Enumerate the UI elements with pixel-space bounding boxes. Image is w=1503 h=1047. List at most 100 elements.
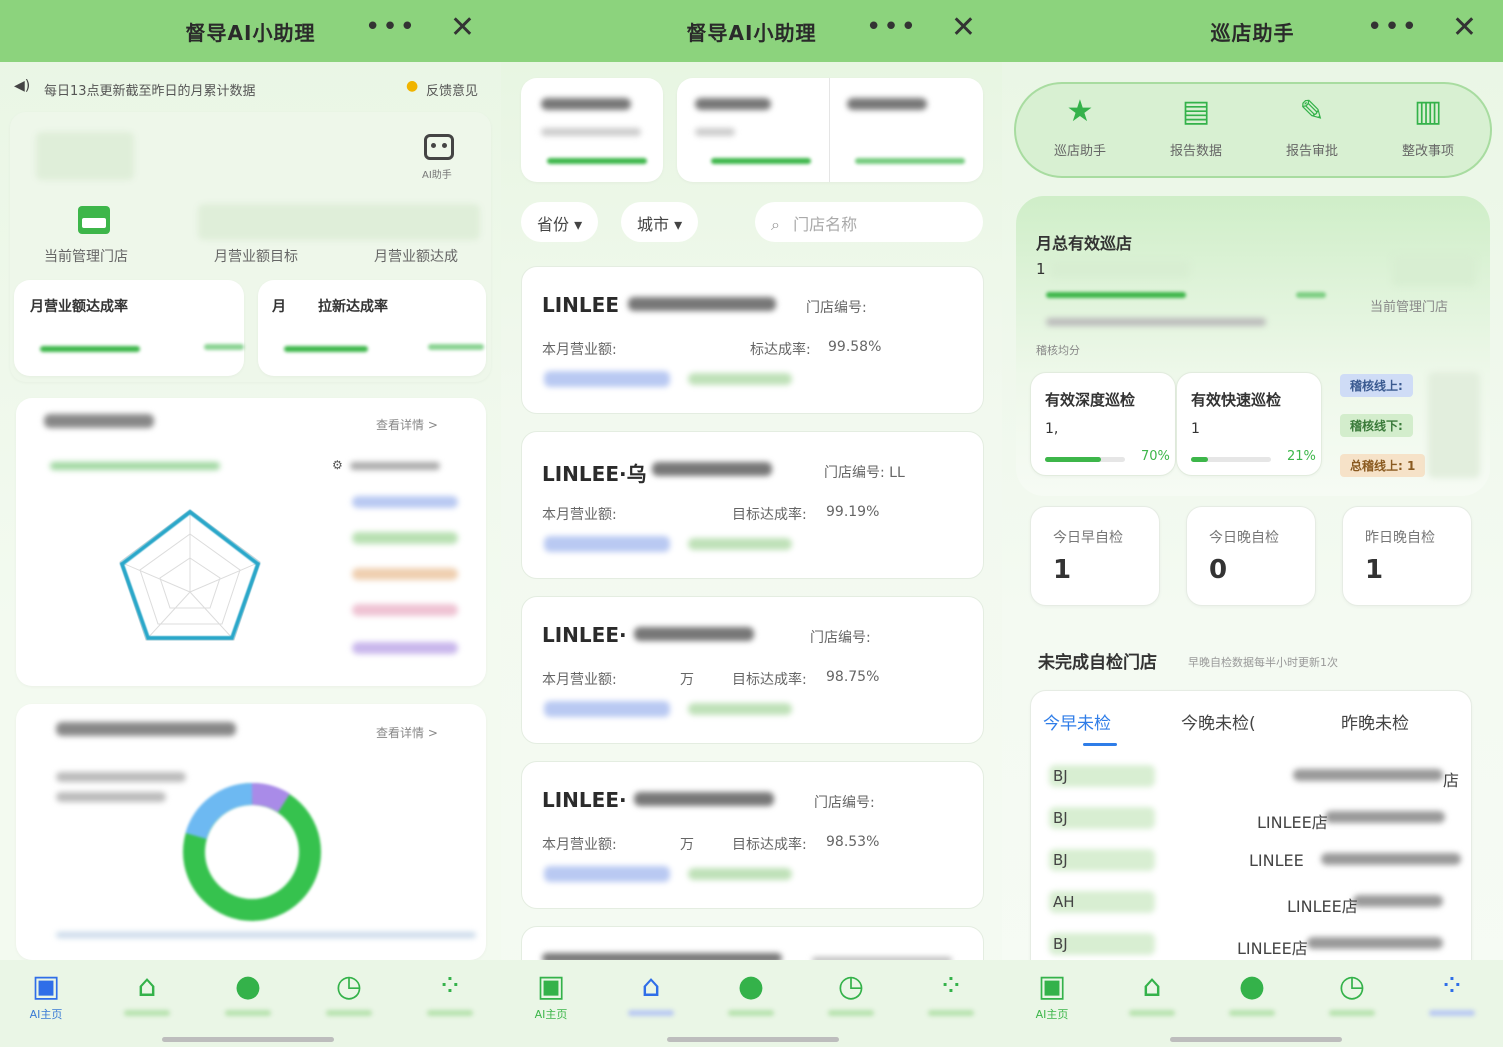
tab-evening-unchecked[interactable]: 今晚未检( [1181,709,1256,734]
city-filter[interactable]: 城市 ▾ [621,202,699,242]
sales-rate-card[interactable]: 月营业额达成率 [14,280,244,376]
sales-rate-bar [40,346,140,352]
title-bar: 督导AI小助理 ••• ✕ [0,0,501,62]
gear-icon: ⚙ [332,458,343,472]
home-indicator [1170,1037,1342,1042]
active-tab-indicator [1083,743,1117,746]
store-search-placeholder: 门店名称 [793,215,858,234]
quick-label: 报告数据 [1169,144,1222,159]
monthly-progress [1046,292,1186,298]
nav-history[interactable]: ◷ [1322,970,1382,1016]
self-check-value: 1 [1053,555,1072,585]
nav-home[interactable]: ⌂ [621,970,681,1016]
audit-online-tag: 稽核线上: [1340,374,1413,397]
donut-title-placeholder [56,722,236,736]
monthly-value: 1 [1036,260,1046,278]
store-card-3[interactable]: LINLEE· 门店编号: 本月营业额: 万 目标达成率: 98.75% [521,596,984,744]
close-icon[interactable]: ✕ [450,10,475,45]
nav-history[interactable]: ◷ [821,970,881,1016]
store-card-2[interactable]: LINLEE·乌 门店编号: LL 本月营业额: 目标达成率: 99.19% [521,431,984,579]
radar-detail-link[interactable]: 查看详情 > [376,416,438,433]
deep-inspection-track [1045,457,1125,462]
kpi-card-1[interactable] [521,78,663,182]
grid-icon: ⁘ [938,969,964,1004]
close-icon[interactable]: ✕ [1452,10,1477,45]
more-icon[interactable]: ••• [1367,12,1419,42]
deep-inspection-card[interactable]: 有效深度巡检 1, 70% [1030,372,1176,476]
quick-rectification[interactable]: ▥ 整改事项 [1390,94,1466,159]
incomplete-note: 早晚自检数据每半小时更新1次 [1188,656,1338,669]
store-card-4[interactable]: LINLEE· 门店编号: 本月营业额: 万 目标达成率: 98.53% [521,761,984,909]
tab-morning-unchecked[interactable]: 今早未检 [1043,709,1111,734]
nav-ai-home[interactable]: ▣ AI主页 [16,970,76,1022]
clock-icon: ◷ [335,969,363,1004]
page-title: 巡店助手 [1210,21,1295,45]
donut-detail-link[interactable]: 查看详情 > [376,724,438,741]
row-store-name: LINLEE店 [1237,939,1308,958]
manager-avatar-placeholder [36,132,134,180]
nav-ai-home[interactable]: ▣ AI主页 [1022,970,1082,1022]
user-icon: ● [1238,969,1266,1004]
radar-filter-placeholder [350,462,440,470]
nav-apps[interactable]: ⁘ [420,970,480,1016]
newcustomer-rate-card[interactable]: 月 拉新达成率 [258,280,486,376]
quick-inspection-assistant[interactable]: ★ 巡店助手 [1042,94,1118,159]
store-code-label: 门店编号: [814,795,875,811]
home-indicator [162,1037,334,1042]
more-icon[interactable]: ••• [866,12,918,42]
radar-legend-2 [352,532,458,544]
monthly-target-label: 月营业额目标 [214,249,298,265]
audit-avg-label: 稽核均分 [1036,344,1080,357]
nav-home[interactable]: ⌂ [1122,970,1182,1016]
store-card-1[interactable]: LINLEE 门店编号: 本月营业额: 标达成率: 99.58% [521,266,984,414]
self-check-value: 1 [1365,555,1384,585]
quick-inspection-card[interactable]: 有效快速巡检 1 21% [1176,372,1322,476]
nav-apps[interactable]: ⁘ [921,970,981,1016]
incomplete-title: 未完成自检门店 [1038,653,1157,673]
store-name: LINLEE [542,293,619,317]
user-icon: ● [234,969,262,1004]
sales-rate-label: 月营业额达成率 [30,299,128,315]
store-code-label: 门店编号: [806,300,867,316]
nav-ai-home-label: AI主页 [1035,1008,1069,1021]
radar-legend-4 [352,604,458,616]
kpi-card-2[interactable] [677,78,983,182]
self-check-morning-card[interactable]: 今日早自检 1 [1030,506,1160,606]
row-store-name: 店 [1443,771,1460,790]
row-store-code: BJ [1053,851,1068,869]
nav-ai-home[interactable]: ▣ AI主页 [521,970,581,1022]
nav-apps[interactable]: ⁘ [1422,970,1482,1016]
quick-inspection-track [1191,457,1271,462]
close-icon[interactable]: ✕ [951,10,976,45]
nav-user[interactable]: ● [218,970,278,1016]
managed-stores-label: 当前管理门店 [44,249,128,265]
home-icon: ⌂ [641,969,661,1004]
deep-inspection-value: 1, [1045,421,1059,437]
quick-inspection-value: 1 [1191,421,1200,437]
nav-user[interactable]: ● [1222,970,1282,1016]
quick-report-data[interactable]: ▤ 报告数据 [1158,94,1234,159]
bottom-nav: ▣ AI主页 ⌂ ● ◷ ⁘ [1002,960,1503,1047]
more-icon[interactable]: ••• [365,12,417,42]
store-rate-label: 目标达成率: [732,507,807,523]
self-check-evening-card[interactable]: 今日晚自检 0 [1186,506,1316,606]
robot-nav-icon: ▣ [31,969,61,1004]
nav-history[interactable]: ◷ [319,970,379,1016]
quick-report-approval[interactable]: ✎ 报告审批 [1274,94,1350,159]
store-rate-label: 目标达成率: [732,837,807,853]
robot-icon[interactable] [424,134,454,160]
feedback-link[interactable]: 反馈意见 [426,80,478,99]
nav-user[interactable]: ● [721,970,781,1016]
store-rate-label: 标达成率: [750,342,811,358]
tab-yesterday-unchecked[interactable]: 昨晚未检 [1341,709,1409,734]
audit-total-tag: 总稽线上: 1 [1340,454,1426,477]
robot-nav-icon: ▣ [536,969,566,1004]
nav-home[interactable]: ⌂ [117,970,177,1016]
row-store-code: AH [1053,893,1075,911]
province-filter[interactable]: 省份 ▾ [521,202,599,242]
store-rate-value: 99.19% [826,504,880,520]
row-store-code: BJ [1053,767,1068,785]
self-check-yesterday-card[interactable]: 昨日晚自检 1 [1342,506,1472,606]
store-search[interactable]: ⌕ 门店名称 [755,202,983,242]
radar-title-placeholder [44,414,154,428]
